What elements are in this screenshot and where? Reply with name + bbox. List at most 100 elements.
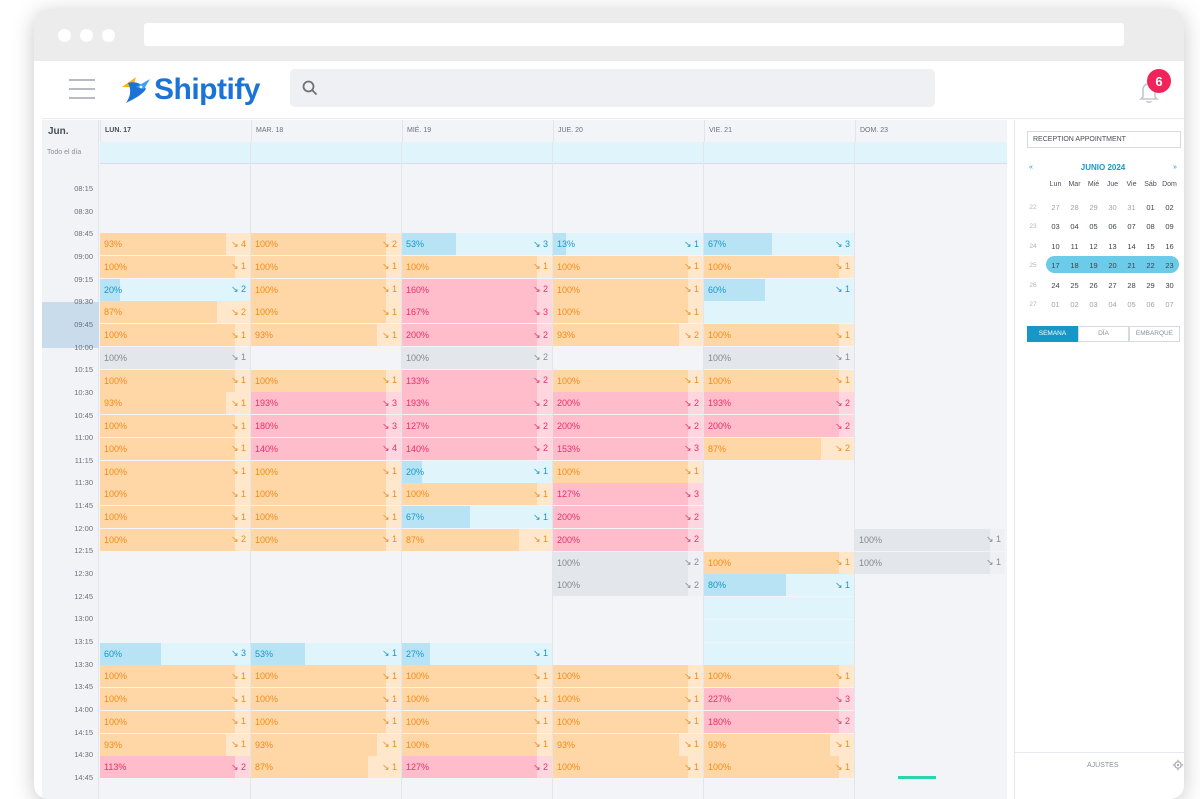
mini-calendar-day[interactable]: 27 [1046, 201, 1065, 215]
appointment-slot[interactable]: 93% ↘ 1 [553, 733, 703, 756]
appointment-slot[interactable]: 100% ↘ 1 [553, 301, 703, 324]
address-bar[interactable] [144, 23, 1124, 46]
mini-calendar-day[interactable]: 22 [1141, 259, 1160, 273]
gear-icon[interactable] [1172, 759, 1184, 771]
appointment-slot[interactable]: 100% ↘ 1 [553, 460, 703, 483]
appointment-slot[interactable]: 100% ↘ 1 [553, 255, 703, 278]
appointment-slot[interactable]: 100% ↘ 1 [100, 688, 250, 710]
appointment-slot[interactable]: 100% ↘ 1 [855, 528, 1005, 551]
appointment-slot[interactable]: 93% ↘ 1 [100, 392, 250, 415]
mini-calendar-day[interactable]: 12 [1084, 240, 1103, 254]
day-header[interactable]: DOM. 23 [855, 120, 1007, 142]
appointment-slot[interactable]: 167% ↘ 3 [402, 301, 552, 324]
appointment-slot[interactable]: 93% ↘ 4 [100, 233, 250, 255]
day-header[interactable]: LUN. 17 [100, 120, 251, 142]
appointment-slot[interactable]: 100% ↘ 1 [100, 369, 250, 392]
appointment-slot[interactable]: 100% ↘ 1 [251, 710, 401, 733]
appointment-slot[interactable]: 200% ↘ 2 [553, 415, 703, 437]
appointment-slot[interactable]: 100% ↘ 1 [402, 255, 552, 278]
mini-calendar-day[interactable]: 29 [1141, 279, 1160, 293]
mini-calendar-day[interactable]: 01 [1141, 201, 1160, 215]
appointment-slot[interactable]: 100% ↘ 1 [402, 710, 552, 733]
appointment-slot[interactable]: 27% ↘ 1 [402, 642, 552, 665]
appointment-slot[interactable]: 67% ↘ 3 [704, 233, 854, 255]
appointment-slot[interactable]: 100% ↘ 1 [251, 688, 401, 710]
appointment-slot[interactable]: 193% ↘ 2 [402, 392, 552, 415]
mini-calendar-day[interactable]: 10 [1046, 240, 1065, 254]
mini-calendar-day[interactable]: 29 [1084, 201, 1103, 215]
mini-calendar-day[interactable]: 01 [1046, 298, 1065, 312]
appointment-slot[interactable]: 193% ↘ 3 [251, 392, 401, 415]
appointment-slot[interactable]: 140% ↘ 4 [251, 437, 401, 460]
day-header[interactable]: VIE. 21 [704, 120, 855, 142]
appointment-slot[interactable]: 100% ↘ 1 [704, 665, 854, 688]
appointment-slot[interactable]: 200% ↘ 2 [553, 392, 703, 415]
mini-calendar-day[interactable]: 07 [1160, 298, 1179, 312]
mini-calendar-day[interactable]: 02 [1065, 298, 1084, 312]
appointment-slot[interactable]: 200% ↘ 2 [704, 415, 854, 437]
appointment-slot[interactable]: 53% ↘ 1 [251, 642, 401, 665]
mini-calendar-day[interactable]: 20 [1103, 259, 1122, 273]
appointment-slot[interactable]: 100% ↘ 1 [100, 324, 250, 346]
appointment-slot[interactable]: 160% ↘ 2 [402, 278, 552, 301]
menu-icon[interactable] [69, 79, 95, 99]
appointment-slot[interactable]: 100% ↘ 1 [251, 665, 401, 688]
appointment-slot[interactable]: 87% ↘ 1 [251, 756, 401, 779]
day-header[interactable]: MAR. 18 [251, 120, 402, 142]
appointment-slot[interactable]: 100% ↘ 1 [553, 369, 703, 392]
mini-calendar-day[interactable]: 02 [1160, 201, 1179, 215]
mini-calendar-day[interactable]: 30 [1160, 279, 1179, 293]
appointment-slot[interactable]: 20% ↘ 2 [100, 278, 250, 301]
appointment-slot[interactable]: 67% ↘ 1 [402, 506, 552, 528]
mini-calendar-day[interactable]: 15 [1141, 240, 1160, 254]
appointment-slot[interactable]: 113% ↘ 2 [100, 756, 250, 779]
mini-calendar-day[interactable]: 17 [1046, 259, 1065, 273]
appointment-slot[interactable]: 200% ↘ 2 [402, 324, 552, 346]
settings-label[interactable]: AJUSTES [1087, 762, 1119, 769]
appointment-slot[interactable] [704, 301, 854, 324]
appointment-slot[interactable]: 93% ↘ 1 [100, 733, 250, 756]
appointment-slot[interactable]: 100% ↘ 1 [100, 460, 250, 483]
appointment-slot[interactable]: 20% ↘ 1 [402, 460, 552, 483]
appointment-slot[interactable] [704, 597, 854, 619]
appointment-slot[interactable]: 100% ↘ 2 [100, 528, 250, 551]
search-input[interactable] [290, 69, 935, 107]
next-month-button[interactable]: » [1173, 164, 1177, 171]
day-header[interactable]: MIÉ. 19 [402, 120, 553, 142]
appointment-slot[interactable]: 87% ↘ 1 [402, 528, 552, 551]
mini-calendar-day[interactable]: 04 [1065, 220, 1084, 234]
appointment-slot[interactable]: 100% ↘ 1 [251, 278, 401, 301]
mini-calendar-day[interactable]: 23 [1160, 259, 1179, 273]
appointment-slot[interactable]: 100% ↘ 1 [251, 528, 401, 551]
appointment-slot[interactable]: 193% ↘ 2 [704, 392, 854, 415]
appointment-slot[interactable]: 100% ↘ 1 [251, 483, 401, 506]
appointment-slot[interactable] [704, 642, 854, 665]
appointment-slot[interactable]: 100% ↘ 1 [704, 255, 854, 278]
appointment-slot[interactable]: 100% ↘ 1 [402, 483, 552, 506]
view-button-week[interactable]: SEMANA [1027, 326, 1078, 342]
appointment-slot[interactable]: 100% ↘ 2 [402, 346, 552, 369]
mini-calendar-day[interactable]: 14 [1122, 240, 1141, 254]
appointment-slot[interactable]: 13% ↘ 1 [553, 233, 703, 255]
mini-calendar-day[interactable]: 21 [1122, 259, 1141, 273]
mini-calendar-day[interactable]: 28 [1122, 279, 1141, 293]
mini-calendar-day[interactable]: 30 [1103, 201, 1122, 215]
mini-calendar-day[interactable]: 06 [1141, 298, 1160, 312]
mini-calendar-day[interactable]: 26 [1084, 279, 1103, 293]
appointment-slot[interactable]: 100% ↘ 1 [100, 710, 250, 733]
appointment-slot[interactable]: 100% ↘ 1 [100, 437, 250, 460]
appointment-slot[interactable]: 100% ↘ 1 [704, 324, 854, 346]
prev-month-button[interactable]: « [1029, 164, 1033, 171]
appointment-slot[interactable]: 100% ↘ 2 [251, 233, 401, 255]
appointment-slot[interactable]: 100% ↘ 1 [855, 551, 1005, 574]
appointment-slot[interactable]: 100% ↘ 1 [553, 710, 703, 733]
mini-calendar-day[interactable]: 27 [1103, 279, 1122, 293]
mini-calendar-day[interactable]: 05 [1084, 220, 1103, 234]
appointment-slot[interactable]: 100% ↘ 1 [251, 369, 401, 392]
mini-calendar-day[interactable]: 08 [1141, 220, 1160, 234]
appointment-slot[interactable]: 100% ↘ 1 [553, 665, 703, 688]
appointment-slot[interactable]: 100% ↘ 1 [704, 756, 854, 779]
appointment-slot[interactable]: 100% ↘ 1 [704, 369, 854, 392]
mini-calendar-day[interactable]: 31 [1122, 201, 1141, 215]
appointment-slot[interactable]: 100% ↘ 1 [704, 551, 854, 574]
